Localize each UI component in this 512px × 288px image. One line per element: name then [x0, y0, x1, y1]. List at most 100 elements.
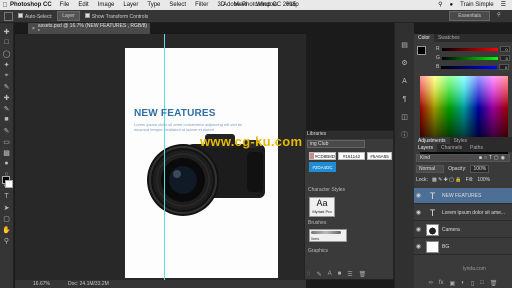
group-icon[interactable]: ▯ [471, 280, 474, 287]
info-icon[interactable]: ⓘ [401, 131, 409, 139]
menu-file[interactable]: File [60, 2, 70, 8]
b-slider[interactable] [441, 65, 498, 69]
eraser-tool-icon[interactable]: ▭ [2, 137, 11, 146]
link-icon[interactable]: ∞ [429, 280, 433, 286]
workspace-dropdown[interactable]: Essentials [449, 11, 490, 21]
transform-controls-wrap[interactable]: Show Transform Controls [84, 12, 148, 20]
library-swatch[interactable]: #5A6A55 [367, 152, 392, 160]
layer-row[interactable]: ◉ BG [414, 239, 512, 255]
library-dropdown[interactable]: ing Club [307, 140, 365, 148]
list-icon[interactable]: ☰ [501, 1, 506, 8]
trash-icon[interactable]: 🗑 [490, 280, 498, 287]
g-slider[interactable] [441, 56, 498, 60]
eye-icon[interactable]: ◉ [414, 243, 423, 250]
brush-item[interactable]: lines [309, 229, 347, 242]
r-slider[interactable] [441, 47, 498, 51]
eyedropper-tool-icon[interactable]: ✎ [2, 82, 11, 91]
zoom-level[interactable]: 16.67% [33, 281, 50, 287]
menu-app-name[interactable]: Photoshop CC [10, 2, 52, 8]
menu-layer[interactable]: Layer [123, 2, 138, 8]
fx-icon[interactable]: fx [439, 280, 444, 286]
crop-tool-icon[interactable]: ⌖ [2, 71, 11, 80]
close-icon[interactable]: × [32, 26, 35, 32]
clone-stamp-tool-icon[interactable]: ■ [2, 115, 11, 124]
library-swatch[interactable]: #CD8B8D [309, 152, 336, 160]
menu-image[interactable]: Image [98, 2, 115, 8]
eye-icon[interactable]: ◉ [414, 192, 423, 199]
eye-icon[interactable]: ◉ [414, 226, 423, 233]
layer-row[interactable]: ◉ T NEW FEATURES [414, 188, 512, 204]
blur-tool-icon[interactable]: ● [2, 159, 11, 168]
apple-icon[interactable]:  [0, 2, 10, 9]
background-color-swatch[interactable] [5, 180, 13, 188]
vertical-guide[interactable] [164, 34, 165, 280]
r-value[interactable]: 0 [499, 46, 510, 52]
lasso-tool-icon[interactable]: ◯ [2, 49, 11, 58]
layer-filter-row[interactable]: Kind ■○T▢◉ [416, 154, 510, 162]
character-icon[interactable]: A [401, 77, 409, 85]
properties-icon[interactable]: ⚙ [401, 59, 409, 67]
type-tool-icon[interactable]: T [2, 192, 11, 201]
layer-name[interactable]: Camera [442, 227, 460, 233]
trash-icon[interactable]: 🗑 [359, 271, 367, 278]
tab-channels[interactable]: Channels [437, 144, 466, 152]
history-icon[interactable]: ▤ [401, 41, 409, 49]
libraries-tab[interactable]: Libraries [305, 131, 393, 139]
adjustment-layer-icon[interactable]: ◐ [461, 280, 465, 286]
eye-icon[interactable]: ◉ [414, 209, 423, 216]
marquee-tool-icon[interactable]: □ [2, 38, 11, 47]
layer-name[interactable]: Lorem ipsum dolor sit ame... [442, 210, 505, 216]
tab-paths[interactable]: Paths [466, 144, 487, 152]
cc-icon[interactable]: ◌ [307, 271, 311, 278]
library-swatch[interactable]: #2DA4DC [309, 162, 336, 172]
g-value[interactable]: 0 [499, 55, 510, 61]
opacity-input[interactable]: 100% [470, 165, 490, 173]
tab-swatches[interactable]: Swatches [434, 34, 464, 42]
filter-icons[interactable]: ■○T▢◉ [479, 155, 507, 161]
doc-info[interactable]: Doc: 24.1M/33.2M [68, 281, 109, 287]
options-search-icon[interactable]: ⚲ [497, 12, 506, 21]
tab-layers[interactable]: Layers [414, 144, 438, 152]
move-tool-icon[interactable]: ✚ [2, 27, 11, 36]
foreground-color-chip[interactable] [417, 46, 426, 55]
character-style-item[interactable]: Aa Myriad Pro [309, 197, 335, 217]
auto-select-checkbox-wrap[interactable]: Auto-Select: [18, 12, 52, 20]
add-content-icon[interactable]: ✎ [317, 271, 322, 278]
menu-select[interactable]: Select [169, 2, 186, 8]
menu-type[interactable]: Type [147, 2, 160, 8]
transform-controls-checkbox[interactable] [84, 12, 90, 18]
path-select-tool-icon[interactable]: ➤ [2, 203, 11, 212]
zoom-tool-icon[interactable]: ⚲ [2, 236, 11, 245]
hand-tool-icon[interactable]: ✋ [2, 225, 11, 234]
library-view-icon[interactable]: ☰ [347, 271, 352, 278]
blend-mode-dropdown[interactable]: Normal [416, 165, 445, 173]
b-value[interactable]: 0 [499, 64, 510, 70]
quick-select-tool-icon[interactable]: ✦ [2, 60, 11, 69]
filter-kind-dropdown[interactable]: Kind [420, 155, 430, 161]
healing-tool-icon[interactable]: ✚ [2, 93, 11, 102]
fill-input[interactable]: 100% [477, 177, 490, 183]
brush-tool-icon[interactable]: ✎ [2, 104, 11, 113]
shape-tool-icon[interactable]: ▢ [2, 214, 11, 223]
mask-icon[interactable]: ▣ [450, 280, 456, 287]
auto-select-dropdown[interactable]: Layer [57, 11, 80, 21]
color-add-icon[interactable]: ■ [338, 271, 342, 278]
auto-select-checkbox[interactable] [18, 12, 23, 18]
search-icon[interactable]: ⚲ [438, 1, 442, 8]
text-icon[interactable]: A [328, 271, 332, 278]
layer-name[interactable]: BG [442, 244, 449, 250]
paragraph-icon[interactable]: ¶ [401, 95, 409, 103]
user-icon[interactable]: ● [450, 2, 454, 8]
tab-color[interactable]: Color [414, 34, 434, 42]
user-name[interactable]: Train Simple [460, 2, 493, 8]
document-tab[interactable]: × assets.psd @ 16.7% (NEW FEATURES , RGB… [28, 23, 150, 35]
history-brush-tool-icon[interactable]: ✎ [2, 126, 11, 135]
gradient-tool-icon[interactable]: ▩ [2, 148, 11, 157]
new-layer-icon[interactable]: □ [480, 280, 484, 286]
layer-row[interactable]: ◉ T Lorem ipsum dolor sit ame... [414, 205, 512, 221]
menu-edit[interactable]: Edit [78, 2, 88, 8]
move-tool-preset-icon[interactable] [4, 11, 13, 21]
menu-filter[interactable]: Filter [195, 2, 208, 8]
artboard[interactable] [125, 48, 278, 278]
libraries-icon[interactable]: ◫ [401, 113, 409, 121]
